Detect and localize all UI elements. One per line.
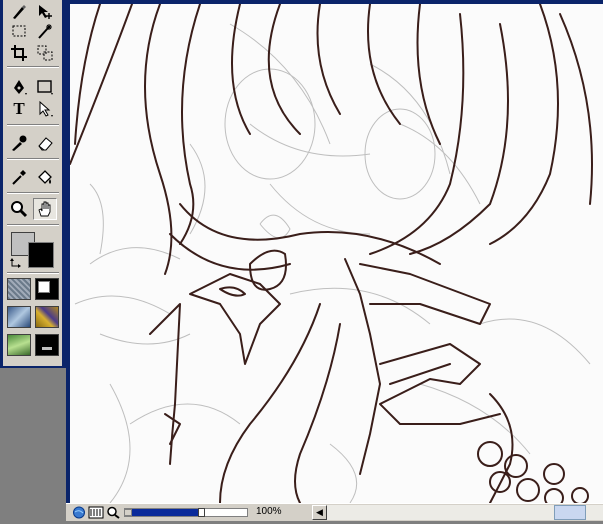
zoom-slider[interactable]: [124, 508, 248, 517]
toolbox-separator: [7, 158, 59, 160]
paint-bucket-tool-icon[interactable]: [33, 166, 57, 188]
toolbox-separator: [7, 272, 59, 274]
zoom-level-label: 100%: [256, 506, 282, 517]
toolbox-separator: [7, 66, 59, 68]
pattern-thumbnail[interactable]: [7, 278, 31, 300]
rectangle-tool-icon[interactable]: [33, 76, 57, 98]
hand-tool-icon[interactable]: [33, 198, 57, 220]
text-tool-icon[interactable]: T: [7, 98, 31, 120]
selection-arrow-tool-icon[interactable]: [33, 98, 57, 120]
gradient-thumbnail[interactable]: [35, 306, 59, 328]
toolbox-separator: [7, 124, 59, 126]
status-bar: 100% ◀: [66, 503, 603, 521]
eyedropper-tool-icon[interactable]: [7, 166, 31, 188]
zoom-slider-handle[interactable]: [197, 508, 205, 517]
scroll-left-button[interactable]: ◀: [312, 505, 327, 520]
pen-tool-icon[interactable]: [7, 76, 31, 98]
texture-thumbnail[interactable]: [7, 306, 31, 328]
mask-thumbnail[interactable]: [35, 278, 59, 300]
toolbox-separator: [7, 192, 59, 194]
globe-icon[interactable]: [72, 506, 86, 519]
toolbox-panel: T: [0, 0, 66, 368]
marquee-tool-icon[interactable]: [7, 20, 31, 42]
background-color-swatch[interactable]: [28, 242, 54, 268]
toolbox-inner: T: [3, 0, 62, 366]
noise-thumbnail[interactable]: [35, 334, 59, 356]
navigator-icon[interactable]: [88, 506, 104, 519]
line-art-illustration: [70, 4, 593, 503]
horizontal-scrollbar[interactable]: ◀: [312, 505, 603, 520]
zoom-out-icon[interactable]: [106, 506, 120, 519]
magic-wand-tool-icon[interactable]: [33, 20, 57, 42]
image-thumbnail[interactable]: [7, 334, 31, 356]
slice-tool-icon[interactable]: [33, 42, 57, 64]
drawing-canvas[interactable]: [70, 4, 603, 503]
zoom-slider-fill: [125, 509, 201, 516]
toolbox-separator: [7, 224, 59, 226]
eraser-tool-icon[interactable]: [33, 132, 57, 154]
dropper-tool-icon[interactable]: [7, 132, 31, 154]
zoom-tool-icon[interactable]: [7, 198, 31, 220]
scroll-thumb[interactable]: [554, 505, 586, 520]
crop-tool-icon[interactable]: [7, 42, 31, 64]
zoom-slider-left-button[interactable]: [124, 509, 132, 516]
